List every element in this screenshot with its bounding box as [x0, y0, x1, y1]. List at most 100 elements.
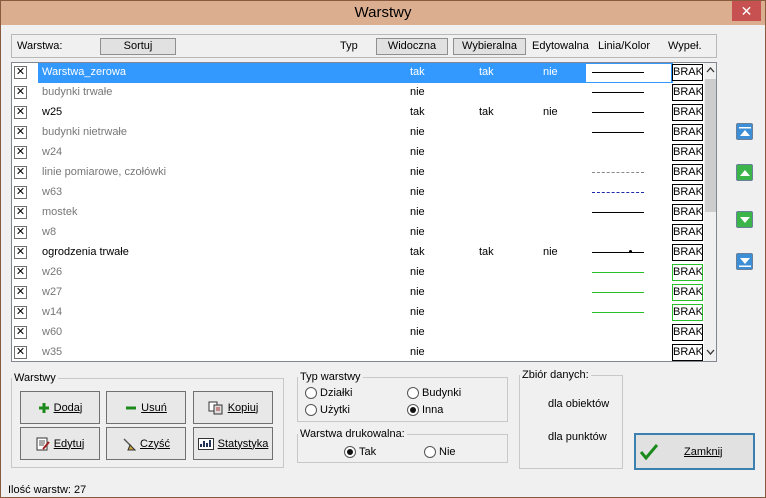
printable-yes-radio[interactable]: Tak: [344, 446, 376, 458]
line-style-preview[interactable]: [592, 312, 644, 313]
layer-checkbox[interactable]: ✕: [14, 186, 27, 199]
layer-row[interactable]: ✕ w60 nie BRAK: [12, 323, 704, 343]
layer-editable[interactable]: nie: [543, 106, 558, 118]
for-points-link[interactable]: dla punktów: [548, 431, 607, 443]
layer-type-radio[interactable]: Działki: [305, 387, 352, 399]
line-style-preview[interactable]: [592, 112, 644, 113]
layer-fill[interactable]: BRAK: [672, 284, 703, 301]
layer-fill[interactable]: BRAK: [672, 304, 703, 321]
copy-button[interactable]: Kopiuj: [193, 391, 273, 424]
layer-fill[interactable]: BRAK: [672, 164, 703, 181]
layer-fill[interactable]: BRAK: [672, 124, 703, 141]
line-style-preview[interactable]: [592, 252, 644, 253]
layer-fill[interactable]: BRAK: [672, 64, 703, 81]
layer-fill[interactable]: BRAK: [672, 264, 703, 281]
layer-checkbox[interactable]: ✕: [14, 66, 27, 79]
layer-visible[interactable]: nie: [410, 146, 425, 158]
layer-row[interactable]: ✕ w63 nie BRAK: [12, 183, 704, 203]
for-objects-link[interactable]: dla obiektów: [548, 398, 609, 410]
layer-visible[interactable]: nie: [410, 206, 425, 218]
layer-fill[interactable]: BRAK: [672, 224, 703, 241]
line-style-preview[interactable]: [592, 292, 644, 293]
layer-row[interactable]: ✕ Warstwa_zerowa tak tak nie BRAK: [12, 63, 704, 83]
layer-checkbox[interactable]: ✕: [14, 306, 27, 319]
layer-visible[interactable]: nie: [410, 286, 425, 298]
layer-row[interactable]: ✕ w27 nie BRAK: [12, 283, 704, 303]
layer-row[interactable]: ✕ w14 nie BRAK: [12, 303, 704, 323]
edit-button[interactable]: Edytuj: [20, 427, 100, 460]
layer-checkbox[interactable]: ✕: [14, 206, 27, 219]
layer-fill[interactable]: BRAK: [672, 344, 703, 361]
delete-button[interactable]: Usuń: [106, 391, 186, 424]
layer-fill[interactable]: BRAK: [672, 324, 703, 341]
move-up-button[interactable]: [736, 164, 753, 181]
layers-list[interactable]: ✕ Warstwa_zerowa tak tak nie BRAK ✕ budynki trw…: [11, 62, 717, 362]
statistics-button[interactable]: Statystyka: [193, 427, 273, 460]
layer-row[interactable]: ✕ budynki trwałe nie BRAK: [12, 83, 704, 103]
layer-visible[interactable]: nie: [410, 226, 425, 238]
move-bottom-button[interactable]: [736, 253, 753, 270]
layer-checkbox[interactable]: ✕: [14, 286, 27, 299]
scroll-down-icon[interactable]: [706, 349, 715, 356]
layer-type-radio[interactable]: Budynki: [407, 387, 461, 399]
layer-visible[interactable]: nie: [410, 346, 425, 358]
layer-fill[interactable]: BRAK: [672, 204, 703, 221]
layer-checkbox[interactable]: ✕: [14, 106, 27, 119]
layer-checkbox[interactable]: ✕: [14, 246, 27, 259]
layer-visible[interactable]: nie: [410, 86, 425, 98]
layer-visible[interactable]: nie: [410, 126, 425, 138]
layer-editable[interactable]: nie: [543, 66, 558, 78]
layer-type-radio[interactable]: Inna: [407, 404, 443, 416]
layer-visible[interactable]: nie: [410, 326, 425, 338]
layer-row[interactable]: ✕ w35 nie BRAK: [12, 343, 704, 361]
layer-checkbox[interactable]: ✕: [14, 346, 27, 359]
layer-checkbox[interactable]: ✕: [14, 226, 27, 239]
line-style-preview[interactable]: [592, 192, 644, 193]
layer-checkbox[interactable]: ✕: [14, 146, 27, 159]
layer-selectable[interactable]: tak: [479, 246, 494, 258]
layer-row[interactable]: ✕ budynki nietrwałe nie BRAK: [12, 123, 704, 143]
selectable-column-button[interactable]: Wybieralna: [453, 38, 526, 55]
layer-visible[interactable]: nie: [410, 306, 425, 318]
window-close-button[interactable]: ✕: [732, 1, 761, 21]
layer-checkbox[interactable]: ✕: [14, 266, 27, 279]
layer-visible[interactable]: tak: [410, 66, 425, 78]
line-style-preview[interactable]: [592, 272, 644, 273]
layer-row[interactable]: ✕ linie pomiarowe, czołówki nie BRAK: [12, 163, 704, 183]
layer-visible[interactable]: nie: [410, 266, 425, 278]
layer-checkbox[interactable]: ✕: [14, 126, 27, 139]
layer-checkbox[interactable]: ✕: [14, 326, 27, 339]
layer-visible[interactable]: tak: [410, 246, 425, 258]
line-style-preview[interactable]: [592, 72, 644, 73]
scroll-thumb[interactable]: [705, 79, 716, 212]
add-button[interactable]: Dodaj: [20, 391, 100, 424]
printable-no-radio[interactable]: Nie: [424, 446, 456, 458]
clear-button[interactable]: Czyść: [106, 427, 186, 460]
layer-checkbox[interactable]: ✕: [14, 86, 27, 99]
list-scrollbar[interactable]: [704, 63, 716, 361]
move-down-button[interactable]: [736, 211, 753, 228]
layer-fill[interactable]: BRAK: [672, 244, 703, 261]
layer-row[interactable]: ✕ w24 nie BRAK: [12, 143, 704, 163]
layer-fill[interactable]: BRAK: [672, 104, 703, 121]
line-style-preview[interactable]: [592, 92, 644, 93]
layer-row[interactable]: ✕ w26 nie BRAK: [12, 263, 704, 283]
layer-selectable[interactable]: tak: [479, 66, 494, 78]
layer-row[interactable]: ✕ mostek nie BRAK: [12, 203, 704, 223]
move-top-button[interactable]: [736, 123, 753, 140]
layer-fill[interactable]: BRAK: [672, 84, 703, 101]
layer-visible[interactable]: nie: [410, 166, 425, 178]
layer-row[interactable]: ✕ w8 nie BRAK: [12, 223, 704, 243]
visible-column-button[interactable]: Widoczna: [376, 38, 448, 55]
layer-type-radio[interactable]: Użytki: [305, 404, 350, 416]
line-style-preview[interactable]: [592, 212, 644, 213]
layer-fill[interactable]: BRAK: [672, 184, 703, 201]
layer-editable[interactable]: nie: [543, 246, 558, 258]
layer-fill[interactable]: BRAK: [672, 144, 703, 161]
layer-row[interactable]: ✕ w25 tak tak nie BRAK: [12, 103, 704, 123]
line-style-preview[interactable]: [592, 172, 644, 173]
layer-row[interactable]: ✕ ogrodzenia trwałe tak tak nie BRAK: [12, 243, 704, 263]
sort-button[interactable]: Sortuj: [100, 38, 176, 55]
layer-visible[interactable]: tak: [410, 106, 425, 118]
scroll-up-icon[interactable]: [706, 66, 715, 73]
